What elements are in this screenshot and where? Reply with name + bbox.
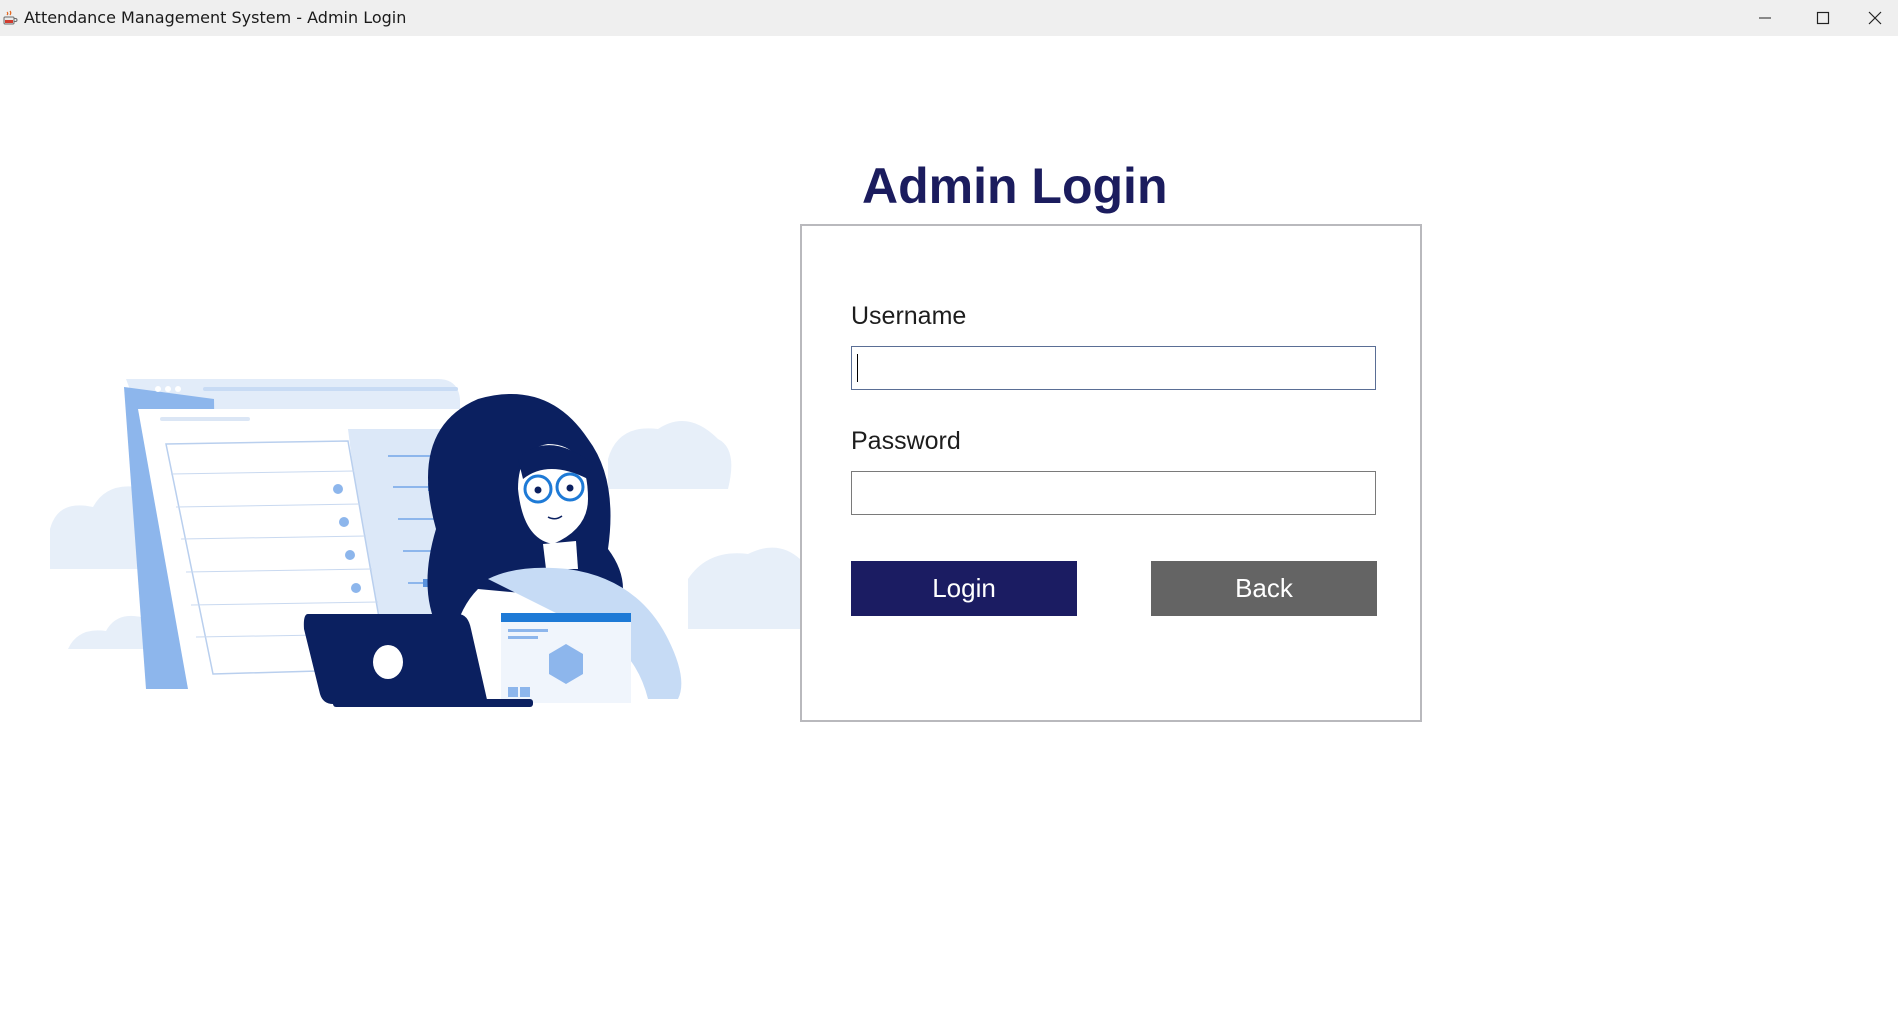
text-cursor — [857, 354, 858, 382]
java-coffee-icon — [2, 10, 18, 26]
window-titlebar: Attendance Management System - Admin Log… — [0, 0, 1898, 36]
password-field[interactable] — [851, 471, 1376, 515]
minimize-icon — [1758, 11, 1772, 25]
maximize-button[interactable] — [1794, 0, 1852, 36]
maximize-icon — [1816, 11, 1830, 25]
username-label: Username — [851, 302, 967, 330]
login-form-panel: Username Password Login Back — [800, 224, 1422, 722]
page-title: Admin Login — [862, 158, 1168, 214]
close-button[interactable] — [1852, 0, 1898, 36]
password-label: Password — [851, 427, 961, 455]
back-button[interactable]: Back — [1151, 561, 1377, 616]
minimize-button[interactable] — [1736, 0, 1794, 36]
login-button[interactable]: Login — [851, 561, 1077, 616]
username-field[interactable] — [851, 346, 1376, 390]
admin-illustration — [50, 379, 800, 707]
main-content: Admin Login Username Password Login Back — [0, 36, 1898, 1016]
window-title: Attendance Management System - Admin Log… — [24, 8, 407, 27]
close-icon — [1868, 11, 1882, 25]
